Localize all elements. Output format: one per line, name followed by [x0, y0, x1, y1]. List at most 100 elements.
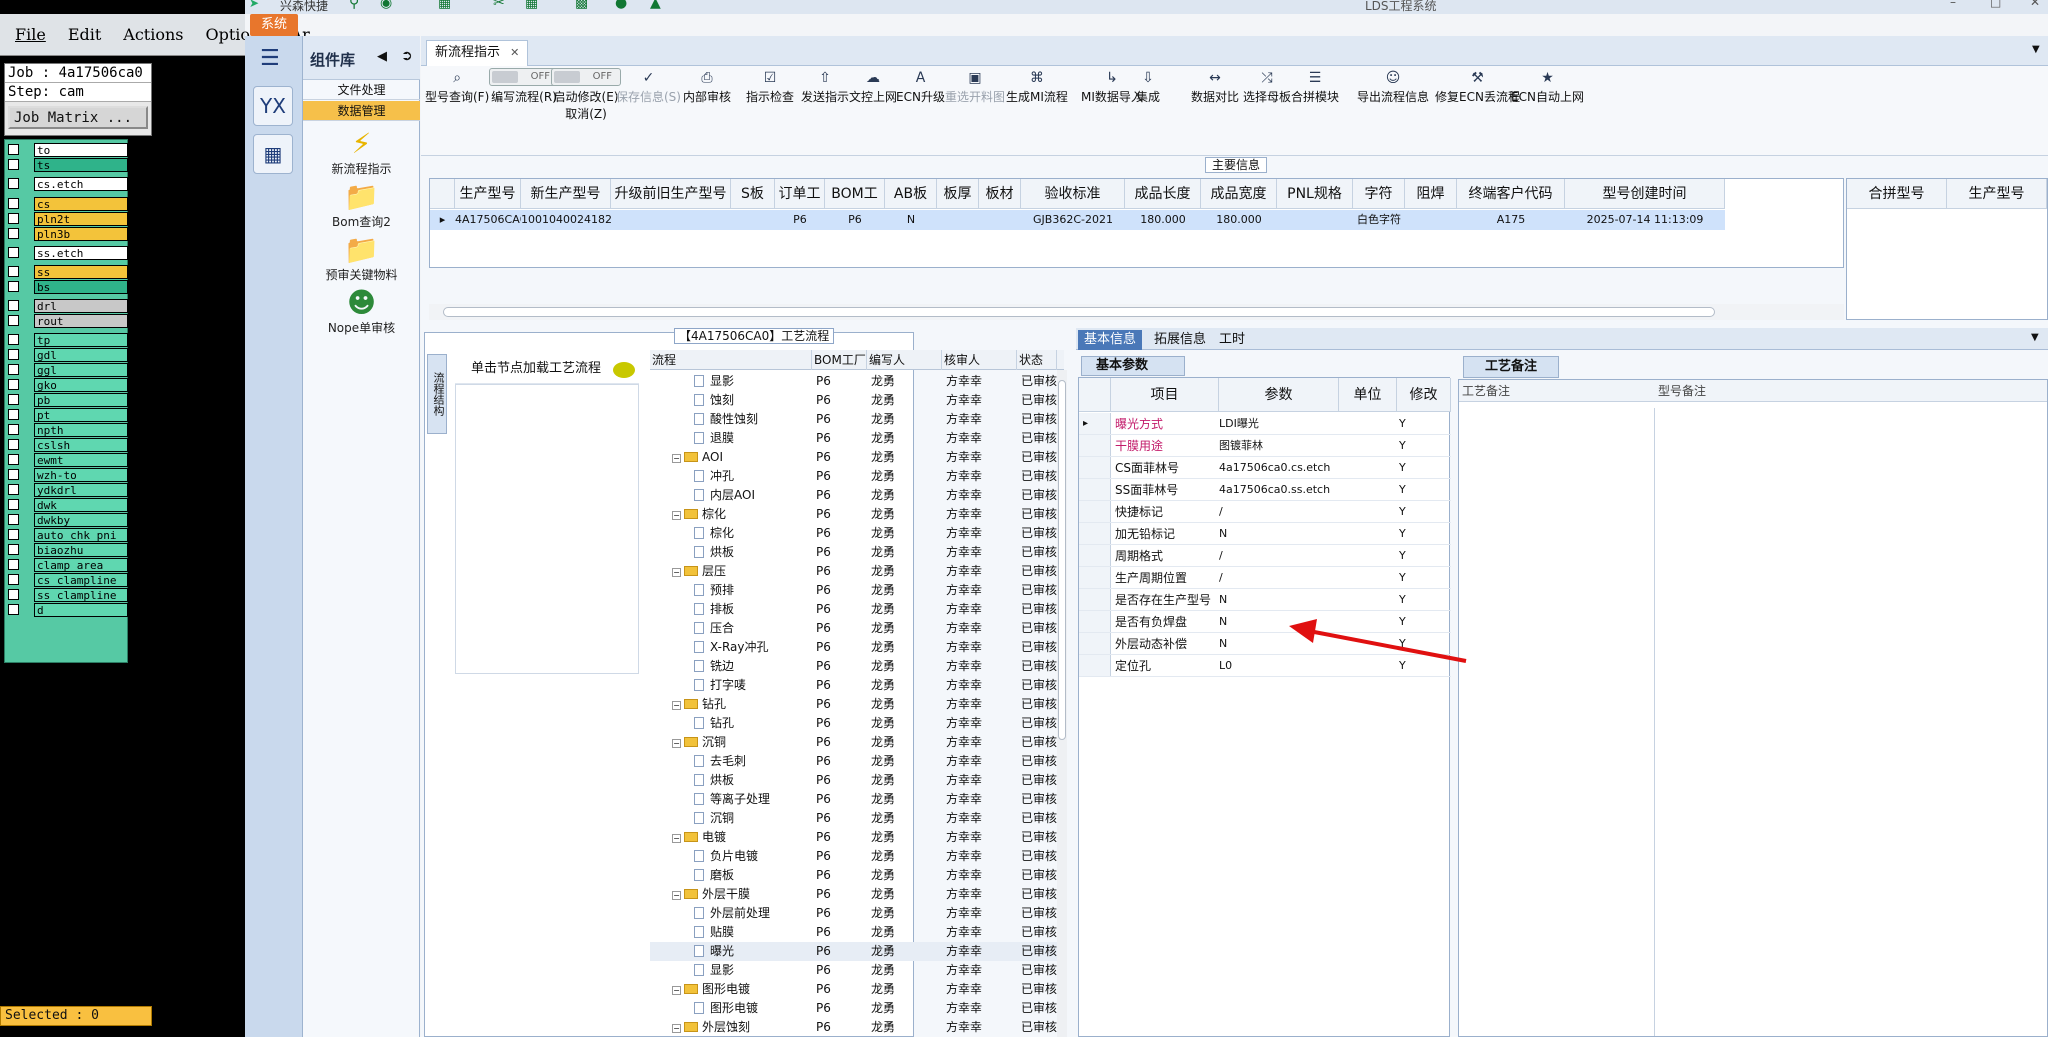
- layer-checkbox[interactable]: [8, 178, 19, 189]
- grid-cell[interactable]: P6: [775, 210, 825, 230]
- collapse-icon[interactable]: −: [672, 511, 681, 520]
- layer-row[interactable]: biaozhu: [8, 542, 128, 557]
- layer-name[interactable]: wzh-to: [34, 467, 128, 482]
- col-reviewer[interactable]: 核审人: [942, 350, 1017, 370]
- layer-name[interactable]: dwkby: [34, 512, 128, 527]
- param-row[interactable]: 生产周期位置 / Y: [1079, 567, 1451, 589]
- layer-row[interactable]: dwk: [8, 497, 128, 512]
- job-matrix-button[interactable]: Job Matrix ...: [8, 106, 148, 129]
- yx-module-icon[interactable]: YX: [253, 86, 293, 126]
- chart-icon[interactable]: ▲: [650, 0, 661, 11]
- grid-header[interactable]: 字符: [1353, 179, 1405, 209]
- layer-row[interactable]: ss: [8, 264, 128, 279]
- tree-row[interactable]: 打字唛 P6 龙勇 方幸幸 已审核: [650, 676, 1064, 695]
- tree-node[interactable]: − 沉铜: [672, 733, 726, 752]
- tree-row[interactable]: 烘板 P6 龙勇 方幸幸 已审核: [650, 543, 1064, 562]
- grid-header[interactable]: 生产型号: [455, 179, 521, 209]
- tree-node[interactable]: 等离子处理: [694, 790, 770, 809]
- layer-checkbox[interactable]: [8, 228, 19, 239]
- tree-node[interactable]: 钻孔: [694, 714, 734, 733]
- layer-checkbox[interactable]: [8, 334, 19, 345]
- ribbon-button-13[interactable]: ↔ 数据对比: [1191, 70, 1239, 105]
- layer-row[interactable]: cs_clampline: [8, 572, 128, 587]
- param-row[interactable]: 曝光方式 LDI曝光 Y: [1079, 413, 1451, 435]
- layer-name[interactable]: cslsh: [34, 437, 128, 452]
- param-modify-flag[interactable]: Y: [1399, 523, 1406, 545]
- tree-row[interactable]: − AOI P6 龙勇 方幸幸 已审核: [650, 448, 1064, 467]
- layer-row[interactable]: pln3b: [8, 226, 128, 241]
- param-row[interactable]: SS面菲林号 4a17506ca0.ss.etch Y: [1079, 479, 1451, 501]
- tab-work-hours[interactable]: 工时: [1213, 330, 1251, 350]
- ribbon-button-2[interactable]: OFF 启动修改(E) 取消(Z): [551, 68, 621, 122]
- grid-cell[interactable]: P6: [825, 210, 885, 230]
- grid-header[interactable]: 成品宽度: [1201, 179, 1277, 209]
- col-status[interactable]: 状态: [1017, 350, 1057, 370]
- param-row-header[interactable]: [1079, 545, 1111, 566]
- layer-name[interactable]: ss_clampline: [34, 587, 128, 602]
- tree-node[interactable]: 棕化: [694, 524, 734, 543]
- ribbon-button-17[interactable]: ⚒ 修复ECN丢流程: [1435, 70, 1520, 105]
- tree-row[interactable]: 贴膜 P6 龙勇 方幸幸 已审核: [650, 923, 1064, 942]
- tab-basic-info[interactable]: 基本信息: [1078, 330, 1143, 350]
- tree-row[interactable]: 退膜 P6 龙勇 方幸幸 已审核: [650, 429, 1064, 448]
- ribbon-button-6[interactable]: ⇧ 发送指示: [801, 70, 849, 105]
- tree-node[interactable]: 内层AOI: [694, 486, 755, 505]
- grid-header[interactable]: BOM工厂: [825, 179, 885, 232]
- layer-row[interactable]: bs: [8, 279, 128, 294]
- tree-row[interactable]: 外层前处理 P6 龙勇 方幸幸 已审核: [650, 904, 1064, 923]
- layer-name[interactable]: dwk: [34, 497, 128, 512]
- collapse-icon[interactable]: −: [672, 891, 681, 900]
- merge-header-model[interactable]: 生产型号: [1947, 179, 2047, 209]
- tree-row[interactable]: − 沉铜 P6 龙勇 方幸幸 已审核: [650, 733, 1064, 752]
- param-value[interactable]: /: [1219, 545, 1339, 567]
- globe-icon[interactable]: ◉: [380, 0, 392, 11]
- tree-row[interactable]: 排板 P6 龙勇 方幸幸 已审核: [650, 600, 1064, 619]
- collapse-icon[interactable]: −: [672, 986, 681, 995]
- layer-name[interactable]: pb: [34, 392, 128, 407]
- param-row-header[interactable]: [1079, 435, 1111, 456]
- grid-cell[interactable]: 10010400241829: [521, 210, 611, 230]
- apps-icon[interactable]: ▩: [575, 0, 588, 11]
- layer-name[interactable]: drl: [34, 298, 128, 313]
- bom-query-item[interactable]: 📁 Bom查询2: [303, 181, 420, 230]
- ribbon-button-12[interactable]: ⇩ 集成: [1136, 70, 1160, 105]
- params-col-unit[interactable]: 单位: [1339, 378, 1397, 412]
- param-modify-flag[interactable]: Y: [1399, 545, 1406, 567]
- tree-row[interactable]: 酸性蚀刻 P6 龙勇 方幸幸 已审核: [650, 410, 1064, 429]
- param-value[interactable]: 4a17506ca0.cs.etch: [1219, 457, 1339, 479]
- grid-header[interactable]: 板材: [979, 179, 1021, 209]
- layer-checkbox[interactable]: [8, 439, 19, 450]
- layer-checkbox[interactable]: [8, 484, 19, 495]
- layer-name[interactable]: bs: [34, 279, 128, 294]
- layer-checkbox[interactable]: [8, 409, 19, 420]
- layer-checkbox[interactable]: [8, 266, 19, 277]
- param-modify-flag[interactable]: Y: [1399, 501, 1406, 523]
- grid-cell[interactable]: [937, 210, 979, 230]
- tree-node[interactable]: 图形电镀: [694, 999, 758, 1018]
- tree-node[interactable]: 压合: [694, 619, 734, 638]
- tree-node[interactable]: − 钻孔: [672, 695, 726, 714]
- layer-name[interactable]: auto_chk_pni: [34, 527, 128, 542]
- layer-row[interactable]: wzh-to: [8, 467, 128, 482]
- notes-col-model[interactable]: 型号备注: [1655, 380, 2047, 402]
- collapse-icon[interactable]: −: [672, 834, 681, 843]
- tree-row[interactable]: − 棕化 P6 龙勇 方幸幸 已审核: [650, 505, 1064, 524]
- tree-row[interactable]: 蚀刻 P6 龙勇 方幸幸 已审核: [650, 391, 1064, 410]
- layer-checkbox[interactable]: [8, 424, 19, 435]
- tree-row[interactable]: − 电镀 P6 龙勇 方幸幸 已审核: [650, 828, 1064, 847]
- tree-node[interactable]: 预排: [694, 581, 734, 600]
- param-row[interactable]: 是否存在生产型号 N Y: [1079, 589, 1451, 611]
- nope-review-item[interactable]: ☻ Nope单审核: [303, 287, 420, 336]
- grid-header[interactable]: 型号创建时间: [1565, 179, 1725, 209]
- layer-checkbox[interactable]: [8, 529, 19, 540]
- tab-extended-info[interactable]: 拓展信息: [1148, 330, 1212, 350]
- collapse-icon[interactable]: −: [672, 701, 681, 710]
- layer-checkbox[interactable]: [8, 364, 19, 375]
- param-value[interactable]: LDI曝光: [1219, 413, 1339, 435]
- collapse-icon[interactable]: −: [672, 454, 681, 463]
- pre-review-item[interactable]: 📁 预审关键物料: [303, 234, 420, 283]
- grid-hscrollbar[interactable]: [429, 304, 1844, 320]
- layer-checkbox[interactable]: [8, 589, 19, 600]
- tree-vscrollbar[interactable]: [1057, 370, 1067, 1037]
- param-modify-flag[interactable]: Y: [1399, 479, 1406, 501]
